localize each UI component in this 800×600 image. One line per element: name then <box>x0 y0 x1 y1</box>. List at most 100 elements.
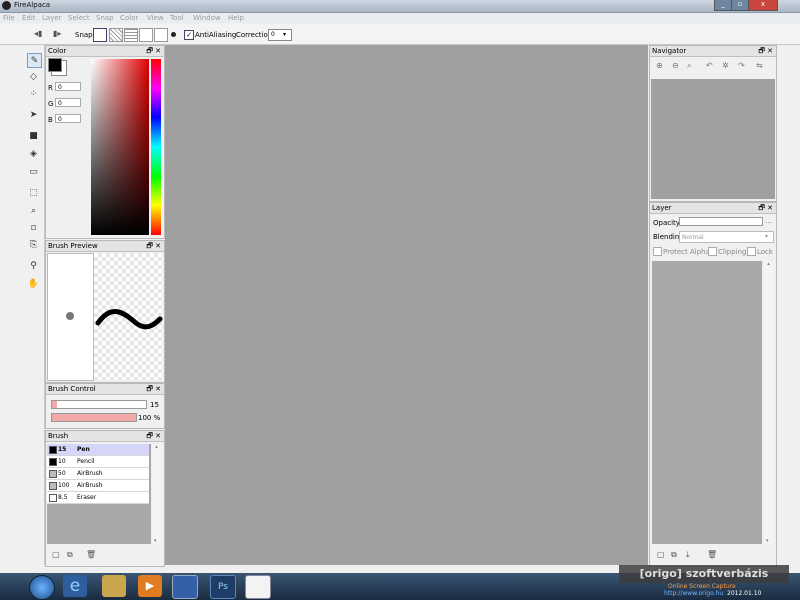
zoom-in-icon[interactable]: ⊕ <box>656 61 663 70</box>
reset-rotation-icon[interactable]: ✲ <box>722 61 729 70</box>
eraser-tool-icon[interactable]: ◇ <box>27 70 40 83</box>
menu-layer[interactable]: Layer <box>42 14 62 22</box>
move-tool-icon[interactable]: ➤ <box>27 108 40 121</box>
watermark-banner: [origo] szoftverbázis <box>619 565 789 583</box>
brush-size-slider[interactable] <box>51 400 147 409</box>
canvas-area[interactable] <box>165 45 648 565</box>
fill-rect-tool-icon[interactable]: ■ <box>27 129 40 142</box>
menu-file[interactable]: File <box>3 14 15 22</box>
menu-help[interactable]: Help <box>228 14 244 22</box>
zoom-out-icon[interactable]: ⊖ <box>672 61 679 70</box>
zoom-fit-icon[interactable]: ⌕ <box>687 61 691 71</box>
close-button[interactable]: x <box>748 0 778 11</box>
snap-parallel-icon[interactable] <box>109 28 123 42</box>
panel-controls-icon[interactable]: 🗗 ✕ <box>758 46 773 56</box>
layer-list <box>652 261 762 544</box>
maximize-button[interactable]: ▫ <box>731 0 749 11</box>
brush-opacity-slider[interactable] <box>51 413 137 422</box>
brush-control-title: Brush Control <box>48 385 96 393</box>
menu-snap[interactable]: Snap <box>96 14 114 22</box>
bucket-tool-icon[interactable]: ◈ <box>27 147 40 160</box>
dot-icon[interactable] <box>171 32 176 37</box>
brush-list-scrollbar[interactable]: ▴ ▾ <box>152 444 161 544</box>
menu-select[interactable]: Select <box>68 14 90 22</box>
photoshop-icon[interactable]: Ps <box>210 575 236 599</box>
new-brush-icon[interactable]: ▢ <box>52 550 60 559</box>
taskbar: e ▶ Ps [origo] szoftverbázis Online Scre… <box>0 565 800 600</box>
app-icon <box>2 1 11 10</box>
select-tool-icon[interactable]: ⬚ <box>27 186 40 199</box>
brush-list-item[interactable]: 100 AirBrush <box>47 480 149 492</box>
previous-icon[interactable]: ◂▮ <box>34 29 42 38</box>
explorer-icon[interactable] <box>102 575 126 597</box>
gradient-tool-icon[interactable]: ▭ <box>27 165 40 178</box>
menu-tool[interactable]: Tool <box>170 14 184 22</box>
menu-window[interactable]: Window <box>193 14 221 22</box>
hand-tool-icon[interactable]: ✋ <box>27 277 40 290</box>
panel-controls-icon[interactable]: 🗗 ✕ <box>758 203 773 213</box>
ie-icon[interactable]: e <box>63 575 87 597</box>
brush-size-value: 15 <box>150 401 159 409</box>
minimize-button[interactable]: _ <box>714 0 732 11</box>
brush-list-item[interactable]: 50 AirBrush <box>47 468 149 480</box>
merge-layer-icon[interactable]: ⤓ <box>686 550 690 560</box>
snap-off-icon[interactable] <box>93 28 107 42</box>
g-input[interactable]: 0 <box>55 98 81 107</box>
menu-view[interactable]: View <box>147 14 164 22</box>
hue-slider[interactable] <box>151 59 161 235</box>
lasso-tool-icon[interactable]: ⌕ <box>27 204 40 217</box>
save-app-icon[interactable] <box>172 575 198 599</box>
saturation-value-picker[interactable] <box>91 59 149 235</box>
eyedropper-tool-icon[interactable]: ⚲ <box>27 259 40 272</box>
antialias-checkbox[interactable]: ✓ <box>184 30 194 40</box>
firealpaca-taskbar-icon[interactable] <box>245 575 271 599</box>
snap-grid-icon[interactable] <box>124 28 138 42</box>
b-input[interactable]: 0 <box>55 114 81 123</box>
correction-select[interactable]: 0 ▾ <box>268 29 292 41</box>
rotate-right-icon[interactable]: ↷ <box>738 61 745 70</box>
navigator-preview[interactable] <box>651 79 775 199</box>
brush-swatch <box>49 494 57 502</box>
navigator-title: Navigator <box>652 47 687 55</box>
menu-color[interactable]: Color <box>120 14 138 22</box>
select-pen-tool-icon[interactable]: ⎘ <box>27 238 40 251</box>
magic-wand-tool-icon[interactable]: ⌑ <box>27 222 40 235</box>
brush-list-item[interactable]: 15 Pen <box>47 444 149 456</box>
protect-alpha-checkbox[interactable] <box>653 247 662 256</box>
brush-size: 8.5 <box>58 494 68 501</box>
rotate-left-icon[interactable]: ↶ <box>706 61 713 70</box>
snap-curve-icon[interactable] <box>154 28 168 42</box>
dropdown-arrow-icon: ▾ <box>283 31 287 38</box>
panel-controls-icon[interactable]: 🗗 ✕ <box>146 46 161 56</box>
primary-color-swatch[interactable] <box>48 58 62 72</box>
media-player-icon[interactable]: ▶ <box>138 575 162 597</box>
brush-size: 100 <box>58 482 70 489</box>
blending-select[interactable]: Normal ▾ <box>679 231 774 243</box>
duplicate-layer-icon[interactable]: ⧉ <box>671 550 677 560</box>
next-icon[interactable]: ▮▸ <box>53 29 61 38</box>
r-input[interactable]: 0 <box>55 82 81 91</box>
flip-icon[interactable]: ⇋ <box>756 61 763 70</box>
clipping-checkbox[interactable] <box>708 247 717 256</box>
delete-layer-icon[interactable]: 🗑 <box>707 550 717 559</box>
lock-checkbox[interactable] <box>747 247 756 256</box>
protect-alpha-label: Protect Alpha <box>663 248 710 256</box>
dot-tool-icon[interactable]: ⁘ <box>27 87 40 100</box>
brush-list-item[interactable]: 8.5 Eraser <box>47 492 149 504</box>
panel-controls-icon[interactable]: 🗗 ✕ <box>146 384 161 394</box>
menu-edit[interactable]: Edit <box>22 14 36 22</box>
duplicate-brush-icon[interactable]: ⧉ <box>67 550 73 560</box>
snap-label: Snap <box>75 31 93 39</box>
brush-list-item[interactable]: 10 Pencil <box>47 456 149 468</box>
snap-radial-icon[interactable] <box>139 28 153 42</box>
panel-controls-icon[interactable]: 🗗 ✕ <box>146 431 161 441</box>
layer-opacity-slider[interactable] <box>679 217 763 226</box>
layer-list-scrollbar[interactable]: ▴ ▾ <box>764 261 773 544</box>
pen-tool-icon[interactable]: ✎ <box>27 53 42 68</box>
new-layer-icon[interactable]: ▢ <box>657 550 665 559</box>
panel-controls-icon[interactable]: 🗗 ✕ <box>146 241 161 251</box>
start-button[interactable] <box>29 575 55 600</box>
brush-swatch <box>49 482 57 490</box>
delete-brush-icon[interactable]: 🗑 <box>86 550 96 559</box>
brush-name: Pencil <box>77 458 95 465</box>
